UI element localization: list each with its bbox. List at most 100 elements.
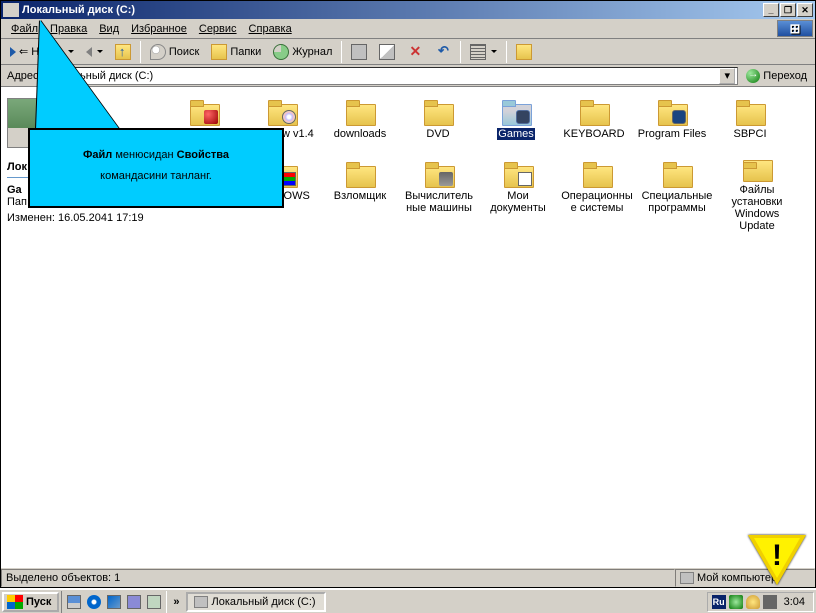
drive-icon [194,596,208,608]
folder-icon [266,160,298,188]
history-button[interactable]: Журнал [268,41,337,63]
start-button[interactable]: Пуск [2,592,59,612]
folder-label: Adobe [187,128,221,140]
folder-label: WINDOWS [253,190,311,202]
folder-icon [734,98,766,126]
ql-ie[interactable] [85,593,103,611]
extra-button[interactable] [511,41,537,63]
folder-item[interactable]: Взломщик [321,160,399,222]
folders-label: Папки [230,46,261,58]
volume-icon[interactable] [763,595,777,609]
folder-item[interactable]: Специальные программы [637,160,717,232]
views-button[interactable] [465,41,502,63]
ql-desktop[interactable] [65,593,83,611]
ql-app1[interactable] [125,593,143,611]
ql-oe[interactable] [105,593,123,611]
folder-icon [581,160,613,188]
file-grid[interactable]: Adobe CDSlow v1.4 downloads DVD Games KEYBOAR… [161,88,815,567]
folder-item[interactable]: WINDOWS [243,160,321,222]
folder-item[interactable]: downloads [321,98,399,160]
folder-overlay-icon [282,110,296,124]
folder-item[interactable]: Мои документы [479,160,557,222]
folder-item[interactable]: Adobe [165,98,243,160]
network-icon[interactable] [729,595,743,609]
delete-icon: ✕ [407,44,423,60]
extra-icon [516,44,532,60]
folder-overlay-icon [516,110,530,124]
folder-item[interactable]: Games [477,98,555,160]
menu-file[interactable]: Файл [5,21,44,37]
folder-icon [656,98,688,126]
menu-help[interactable]: Справка [243,21,298,37]
up-button[interactable] [110,41,136,63]
statusbar: Выделено объектов: 1 Мой компьютер [1,567,815,587]
undo-button[interactable]: ↶ [430,41,456,63]
folder-icon [422,98,454,126]
folder-icon [423,160,455,188]
back-label: ⇐ Назад [19,45,63,58]
back-button[interactable]: ⇐ Назад [5,41,79,63]
address-dropdown[interactable]: ▾ [719,68,735,84]
folder-icon [578,98,610,126]
folder-overlay-icon [518,172,532,186]
folder-label: Специальные программы [639,190,715,214]
menu-view[interactable]: Вид [93,21,125,37]
task-explorer[interactable]: Локальный диск (C:) [186,592,326,612]
menu-edit[interactable]: Правка [44,21,93,37]
folder-icon [344,160,376,188]
folder-overlay-icon [439,172,453,186]
copyto-button[interactable] [374,41,400,63]
maximize-button[interactable]: ❐ [780,3,796,17]
folder-item[interactable]: SBPCI [711,98,789,160]
folder-icon [741,160,773,182]
clock[interactable]: 3:04 [780,596,809,608]
address-text: альный диск (C:) [68,70,716,82]
folder-item[interactable]: Program Files [633,98,711,160]
folder-item[interactable]: VFPC [165,160,243,222]
folder-icon [266,98,298,126]
folders-button[interactable]: Папки [206,41,266,63]
folder-item[interactable]: Вычислительные машины [399,160,479,232]
go-button[interactable]: Переход [742,67,811,85]
folder-icon [661,160,693,188]
bell-icon[interactable] [746,595,760,609]
folder-overlay-icon [204,110,218,124]
folder-item[interactable]: DVD [399,98,477,160]
menu-tools[interactable]: Сервис [193,21,243,37]
forward-button[interactable] [81,41,108,63]
folder-label: downloads [333,128,388,140]
minimize-button[interactable]: _ [763,3,779,17]
go-icon [746,69,760,83]
ql-app2[interactable] [145,593,163,611]
main-area: Лок Ga Пап Изменен: 16.05.2041 17:19 Ado… [1,87,815,567]
folder-item[interactable]: KEYBOARD [555,98,633,160]
oe-icon [107,595,121,609]
side-panel: Лок Ga Пап Изменен: 16.05.2041 17:19 [1,88,161,567]
close-button[interactable]: ✕ [797,3,813,17]
folder-item[interactable]: CDSlow v1.4 [243,98,321,160]
delete-button[interactable]: ✕ [402,41,428,63]
folder-item[interactable]: Файлы установки Windows Update [717,160,797,232]
folder-label: Games [497,128,534,140]
folders-icon [211,44,227,60]
app-icon [127,595,141,609]
ql-chevron[interactable]: » [169,596,183,608]
folder-label: Операционные системы [559,190,635,214]
side-modified: Изменен: 16.05.2041 17:19 [7,212,155,224]
history-label: Журнал [292,46,332,58]
address-input[interactable]: альный диск (C:) ▾ [45,67,739,85]
moveto-button[interactable] [346,41,372,63]
quick-launch [61,591,167,613]
folder-icon [502,160,534,188]
attention-badge: ! [748,535,806,587]
folder-icon [188,160,220,188]
up-folder-icon [115,44,131,60]
menu-favorites[interactable]: Избранное [125,21,193,37]
search-icon [150,44,166,60]
search-button[interactable]: Поиск [145,41,204,63]
titlebar: Локальный диск (C:) _ ❐ ✕ [1,1,815,19]
go-label: Переход [763,70,807,82]
folder-label: Program Files [637,128,707,140]
lang-indicator[interactable]: Ru [712,595,726,609]
folder-item[interactable]: Операционные системы [557,160,637,232]
